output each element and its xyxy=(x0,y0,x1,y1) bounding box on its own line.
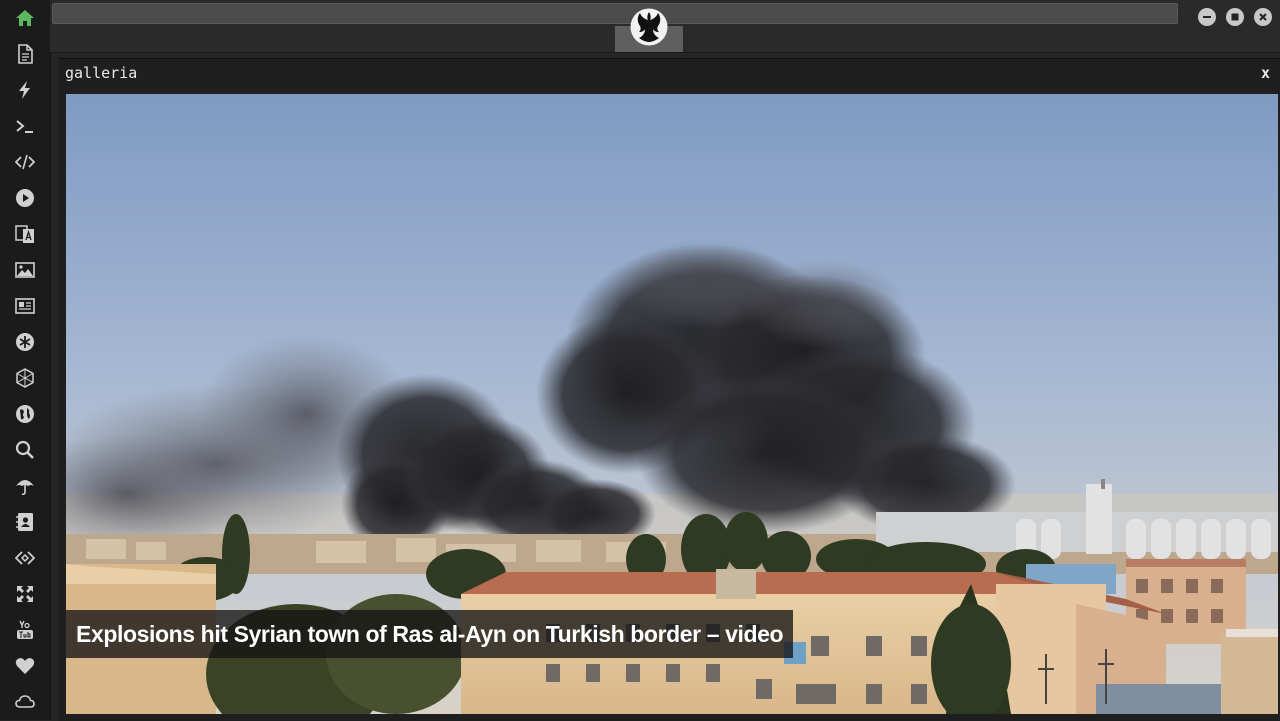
maximize-icon[interactable] xyxy=(1226,8,1244,26)
play-icon[interactable] xyxy=(13,186,37,210)
gallery-title: galleria xyxy=(65,64,138,82)
lightning-icon[interactable] xyxy=(13,78,37,102)
hexagon-icon[interactable] xyxy=(13,366,37,390)
cloud-icon[interactable] xyxy=(13,690,37,714)
expand-icon[interactable] xyxy=(13,582,37,606)
address-bar[interactable] xyxy=(52,3,1178,24)
search-icon[interactable] xyxy=(13,438,37,462)
contact-card-icon[interactable] xyxy=(13,510,37,534)
globe-icon[interactable] xyxy=(13,402,37,426)
terminal-icon[interactable] xyxy=(13,114,37,138)
minimize-icon[interactable] xyxy=(1198,8,1216,26)
left-sidebar xyxy=(0,0,51,720)
youtube-icon[interactable] xyxy=(13,618,37,642)
close-icon[interactable] xyxy=(1254,8,1272,26)
asterisk-icon[interactable] xyxy=(13,330,37,354)
image-icon[interactable] xyxy=(13,258,37,282)
home-icon[interactable] xyxy=(13,6,37,30)
link-code-icon[interactable] xyxy=(13,546,37,570)
umbrella-icon[interactable] xyxy=(13,474,37,498)
photo-caption: Explosions hit Syrian town of Ras al-Ayn… xyxy=(66,610,794,658)
document-icon[interactable] xyxy=(13,42,37,66)
newspaper-icon[interactable] xyxy=(13,294,37,318)
heart-icon[interactable] xyxy=(13,654,37,678)
top-bar xyxy=(50,0,1280,53)
gallery-close-button[interactable]: x xyxy=(1261,64,1270,82)
code-icon[interactable] xyxy=(13,150,37,174)
translate-icon[interactable] xyxy=(13,222,37,246)
gallery-window: galleria x Explosions hit Syrian town of… xyxy=(58,58,1280,721)
rebel-alliance-logo-icon[interactable] xyxy=(630,8,668,46)
